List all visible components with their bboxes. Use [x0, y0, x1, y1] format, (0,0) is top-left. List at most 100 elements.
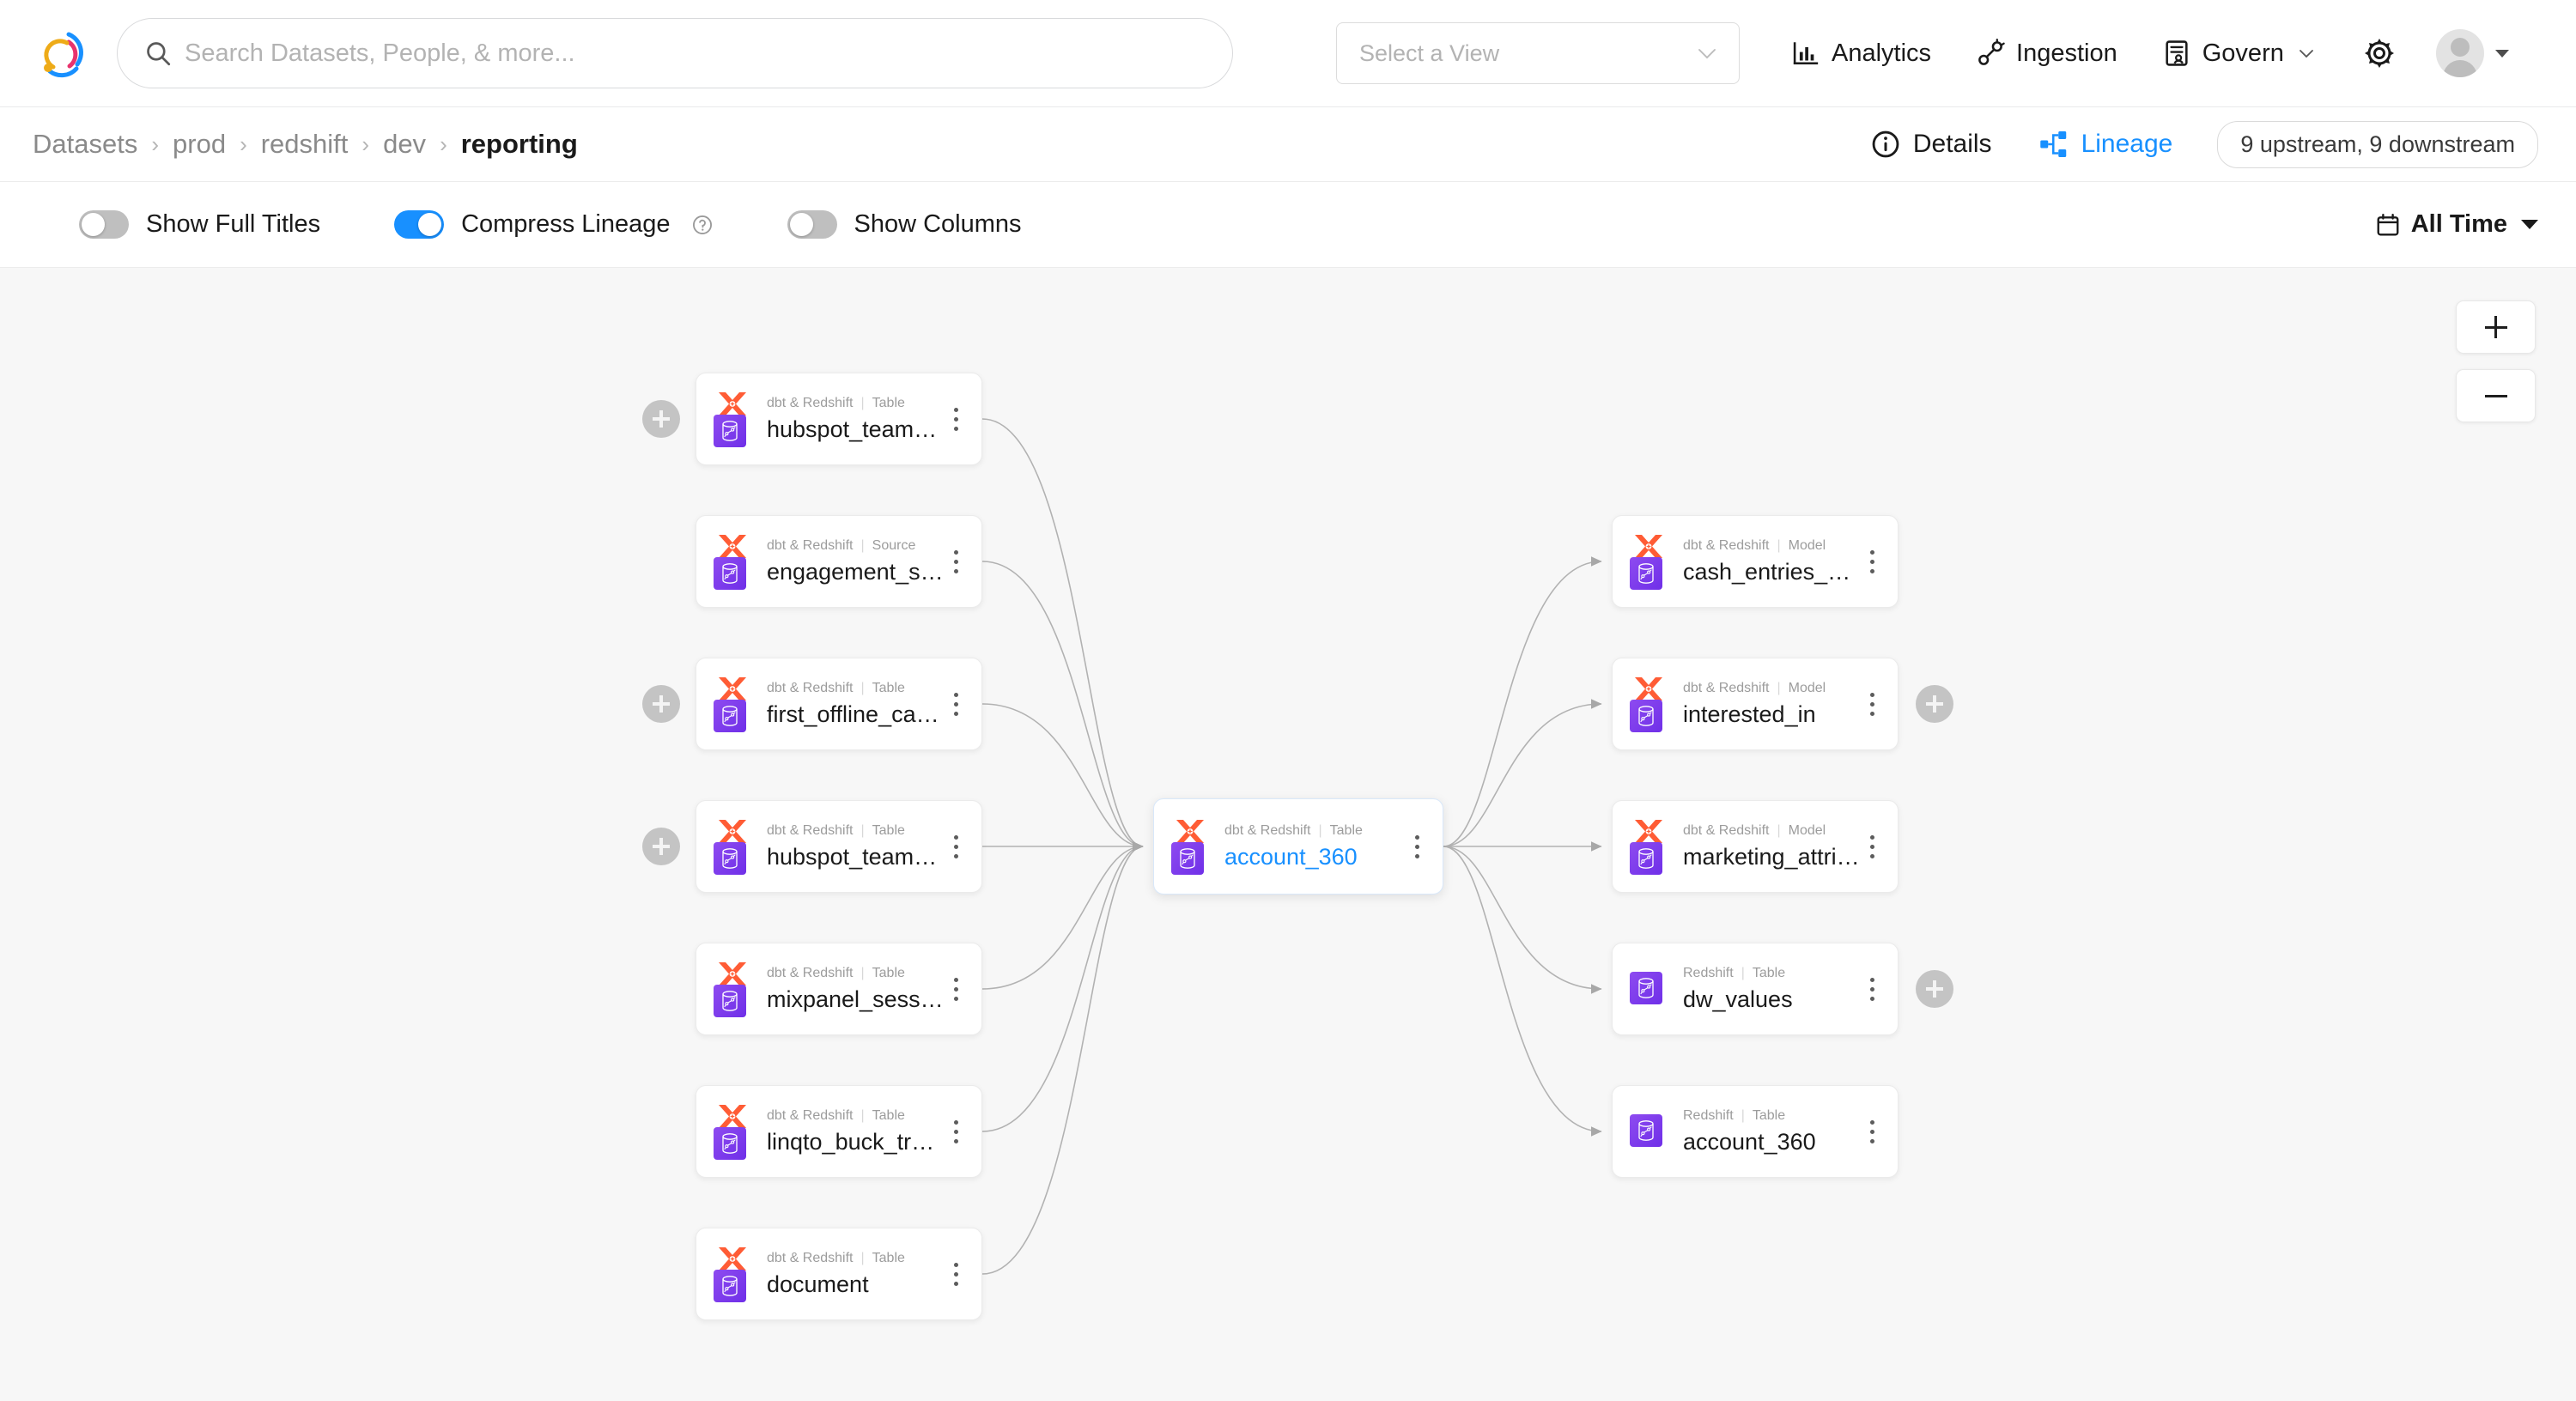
lineage-node[interactable]: Redshift | Table dw_values	[1612, 943, 1899, 1035]
breadcrumb-item-dev[interactable]: dev	[383, 129, 426, 160]
lineage-node[interactable]: dbt & Redshift | Table hubspot_team_enga…	[696, 800, 982, 893]
node-kind: Table	[1752, 965, 1786, 980]
lineage-node[interactable]: dbt & Redshift | Table first_offline_cam…	[696, 658, 982, 750]
breadcrumb-item-reporting: reporting	[460, 129, 578, 159]
time-range-filter[interactable]: All Time	[2375, 210, 2538, 239]
node-title: linqto_buck_transac...	[767, 1128, 945, 1155]
lineage-node[interactable]: dbt & Redshift | Model marketing_attribu…	[1612, 800, 1899, 893]
search-input[interactable]	[185, 39, 1206, 68]
node-subtitle-divider: |	[860, 965, 865, 980]
node-menu-button[interactable]	[1862, 973, 1882, 1004]
zoom-out-button[interactable]	[2456, 369, 2536, 422]
redshift-icon	[714, 985, 746, 1017]
node-platform: dbt & Redshift	[1683, 680, 1770, 695]
breadcrumb-separator: ›	[361, 130, 370, 157]
lineage-node[interactable]: dbt & Redshift | Model interested_in	[1612, 658, 1899, 750]
node-title: marketing_attributi...	[1683, 843, 1862, 870]
node-subtitle: dbt & Redshift | Model	[1683, 823, 1862, 839]
lineage-node[interactable]: dbt & Redshift | Source engagement_score…	[696, 515, 982, 608]
redshift-icon	[714, 1127, 746, 1160]
node-menu-button[interactable]	[945, 688, 966, 719]
node-platform-icons	[1630, 1103, 1671, 1160]
expand-upstream-button[interactable]	[642, 685, 680, 723]
node-platform-icons	[1630, 533, 1671, 590]
expand-downstream-button[interactable]	[1916, 685, 1953, 723]
view-selector[interactable]: Select a View	[1336, 22, 1740, 84]
node-platform: Redshift	[1683, 965, 1734, 980]
toggle-compress-lineage[interactable]: Compress Lineage	[394, 210, 713, 239]
node-title: dw_values	[1683, 986, 1793, 1012]
node-text: dbt & Redshift | Table mixpanel_session_…	[767, 966, 945, 1013]
user-menu[interactable]	[2435, 29, 2510, 77]
toggle-show-columns-switch[interactable]	[787, 210, 837, 239]
node-kind: Table	[872, 965, 905, 980]
toggle-show-full-titles-switch[interactable]	[79, 210, 129, 239]
expand-upstream-button[interactable]	[642, 828, 680, 865]
lineage-graph-icon	[2039, 131, 2066, 157]
chevron-down-icon	[2299, 49, 2313, 58]
node-menu-button[interactable]	[945, 403, 966, 434]
tab-lineage[interactable]: Lineage	[2038, 129, 2172, 160]
node-kind: Table	[872, 1250, 905, 1265]
redshift-icon	[714, 700, 746, 732]
node-menu-button[interactable]	[945, 1258, 966, 1289]
toggle-show-full-titles[interactable]: Show Full Titles	[79, 210, 320, 239]
lineage-node[interactable]: dbt & Redshift | Model cash_entries_ml_t…	[1612, 515, 1899, 608]
node-platform-icons	[714, 391, 755, 447]
nav-item-ingestion[interactable]: Ingestion	[1976, 39, 2117, 68]
node-menu-button[interactable]	[1862, 688, 1882, 719]
node-menu-button[interactable]	[1862, 546, 1882, 577]
global-search-box[interactable]	[117, 18, 1233, 88]
node-menu-button[interactable]	[1862, 831, 1882, 862]
lineage-node[interactable]: dbt & Redshift | Table mixpanel_session_…	[696, 943, 982, 1035]
lineage-node[interactable]: dbt & Redshift | Table linqto_buck_trans…	[696, 1085, 982, 1178]
node-text: dbt & Redshift | Source engagement_score…	[767, 538, 945, 585]
node-menu-button[interactable]	[945, 973, 966, 1004]
node-menu-button[interactable]	[945, 546, 966, 577]
lineage-node[interactable]: dbt & Redshift | Table account_360	[1153, 798, 1443, 895]
toggle-compress-lineage-switch[interactable]	[394, 210, 445, 239]
nav-item-govern[interactable]: Govern	[2162, 39, 2314, 68]
node-kind: Model	[1788, 537, 1826, 553]
node-menu-button[interactable]	[1406, 831, 1427, 862]
breadcrumb-item-prod[interactable]: prod	[173, 129, 226, 160]
question-circle-icon[interactable]	[691, 214, 714, 236]
zoom-in-button[interactable]	[2456, 300, 2536, 354]
lineage-node[interactable]: dbt & Redshift | Table document	[696, 1228, 982, 1320]
lineage-count-pill[interactable]: 9 upstream, 9 downstream	[2217, 120, 2538, 168]
breadcrumb-item-datasets[interactable]: Datasets	[33, 129, 137, 160]
node-platform: dbt & Redshift	[767, 1107, 854, 1123]
node-menu-button[interactable]	[945, 831, 966, 862]
node-platform: dbt & Redshift	[1683, 822, 1770, 838]
node-menu-button[interactable]	[945, 1116, 966, 1147]
redshift-icon	[714, 415, 746, 447]
node-subtitle: Redshift | Table	[1683, 966, 1862, 981]
expand-downstream-button[interactable]	[1916, 970, 1953, 1008]
node-platform: dbt & Redshift	[767, 965, 854, 980]
breadcrumb-item-redshift[interactable]: redshift	[261, 129, 349, 160]
lineage-node[interactable]: dbt & Redshift | Table hubspot_team_enga…	[696, 373, 982, 465]
node-platform-icons	[714, 1103, 755, 1160]
datahub-logo-icon[interactable]	[34, 27, 88, 80]
redshift-icon	[1630, 557, 1662, 590]
lineage-canvas[interactable]: dbt & Redshift | Table hubspot_team_enga…	[0, 268, 2576, 1401]
breadcrumb-separator: ›	[240, 130, 247, 157]
toggle-show-columns[interactable]: Show Columns	[787, 210, 1022, 239]
node-kind: Source	[872, 537, 916, 553]
node-platform-icons	[714, 533, 755, 590]
gear-icon[interactable]	[2362, 36, 2397, 70]
node-platform: dbt & Redshift	[767, 537, 854, 553]
lineage-node[interactable]: Redshift | Table account_360	[1612, 1085, 1899, 1178]
expand-upstream-button[interactable]	[642, 400, 680, 438]
node-platform-icons	[714, 818, 755, 875]
node-subtitle-divider: |	[860, 395, 865, 410]
page-tab-bar: Details Lineage 9 upstream, 9 downstream	[1824, 120, 2538, 168]
node-menu-button[interactable]	[1862, 1116, 1882, 1147]
nav-item-analytics-label: Analytics	[1832, 39, 1932, 67]
node-platform-icons	[1630, 676, 1671, 732]
search-icon	[147, 42, 171, 66]
node-subtitle-divider: |	[1777, 680, 1781, 695]
tab-details[interactable]: Details	[1870, 129, 1992, 160]
nav-item-analytics[interactable]: Analytics	[1791, 39, 1931, 68]
ingestion-icon	[1978, 39, 2005, 65]
